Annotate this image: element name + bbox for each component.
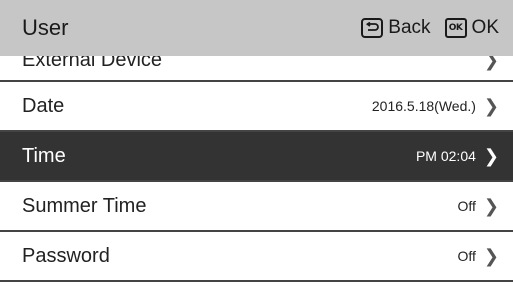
list-item-date[interactable]: Date 2016.5.18(Wed.) ❯ — [0, 82, 513, 132]
ok-button[interactable]: OK OK — [444, 17, 499, 39]
row-label: Password — [22, 244, 110, 267]
chevron-right-icon: ❯ — [483, 145, 499, 166]
chevron-right-icon: ❯ — [483, 195, 499, 216]
row-value: PM 02:04 — [415, 148, 476, 164]
row-label: Time — [22, 144, 66, 167]
back-label: Back — [388, 17, 431, 38]
settings-list: External Device ❯ Date 2016.5.18(Wed.) ❯… — [0, 40, 513, 282]
back-icon — [361, 18, 384, 38]
row-label: Date — [22, 94, 65, 117]
title-bar: User Back OK OK — [0, 0, 513, 56]
back-button[interactable]: Back — [361, 17, 431, 39]
row-value: Off — [457, 248, 476, 264]
ok-label: OK — [471, 17, 499, 38]
ok-icon: OK — [444, 18, 467, 38]
row-label: Summer Time — [22, 194, 147, 217]
page-title: User — [22, 15, 69, 40]
row-value: 2016.5.18(Wed.) — [371, 98, 476, 114]
chevron-right-icon: ❯ — [483, 245, 499, 266]
list-item-time[interactable]: Time PM 02:04 ❯ — [0, 132, 513, 182]
list-item-password[interactable]: Password Off ❯ — [0, 232, 513, 282]
chevron-right-icon: ❯ — [483, 95, 499, 116]
list-item-summer-time[interactable]: Summer Time Off ❯ — [0, 182, 513, 232]
row-value: Off — [457, 198, 476, 214]
